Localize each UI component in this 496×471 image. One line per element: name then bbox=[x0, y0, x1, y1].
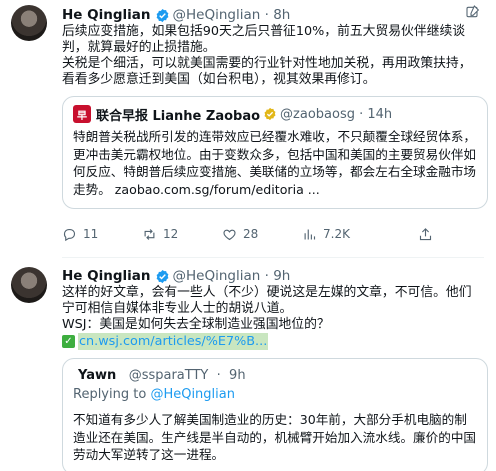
check-emoji-icon: ✓ bbox=[62, 335, 75, 348]
author-name[interactable]: He Qinglian bbox=[62, 268, 151, 284]
tweet-line: 后续应变措施，如果包括90天之后只普征10%，前五大贸易伙伴继续谈判，就算最好的… bbox=[62, 24, 466, 55]
avatar[interactable] bbox=[11, 267, 47, 303]
separator-dot: · bbox=[354, 106, 368, 122]
gold-verified-icon bbox=[264, 107, 276, 121]
views-count: 7.2K bbox=[323, 227, 350, 241]
tweet-line: 这样的好文章，会有一些人（不少）硬说这是左媒的文章，不可信。他们宁可相信自媒体非… bbox=[62, 285, 472, 316]
retweet-count: 12 bbox=[163, 227, 179, 241]
avatar[interactable] bbox=[11, 5, 47, 41]
tweet-line: 关税是个细活，可以就美国需要的行业针对性地加关税，再用政策扶持，看看多少愿意迁到… bbox=[62, 56, 472, 87]
quote-header: Yawn @ssparaTTY · 9h bbox=[73, 368, 477, 383]
tweet-actions: 11 12 28 7.2K bbox=[62, 223, 484, 245]
views-button[interactable]: 7.2K bbox=[302, 227, 402, 242]
tweet-header: He Qinglian @HeQinglian · 9h bbox=[62, 267, 484, 285]
tweet[interactable]: He Qinglian @HeQinglian · 8h 后续应变措施，如果包括… bbox=[0, 0, 496, 258]
author-handle[interactable]: @HeQinglian bbox=[173, 7, 261, 23]
article-link[interactable]: cn.wsj.com/articles/%E7%B... bbox=[78, 333, 269, 350]
reply-button[interactable]: 11 bbox=[62, 227, 142, 242]
separator-dot: · bbox=[260, 268, 274, 284]
separator-dot: · bbox=[260, 7, 274, 23]
quote-author-handle[interactable]: @zaobaosg bbox=[280, 107, 355, 122]
retweet-icon bbox=[144, 228, 155, 240]
quote-avatar[interactable]: 早 bbox=[73, 105, 91, 123]
reply-count: 11 bbox=[83, 227, 99, 241]
replying-to: Replying to @HeQinglian bbox=[73, 387, 477, 402]
verified-badge-icon bbox=[156, 269, 168, 283]
more-icon[interactable] bbox=[462, 4, 484, 20]
quote-header: 早 联合早报 Lianhe Zaobao @zaobaosg · 14h bbox=[73, 105, 477, 124]
verified-badge-icon bbox=[156, 8, 168, 22]
link-line: ✓ cn.wsj.com/articles/%E7%B... bbox=[62, 333, 484, 350]
tweet-line: WSJ：美国是如何失去全球制造业强国地位的？ bbox=[62, 317, 330, 332]
retweet-button[interactable]: 12 bbox=[142, 227, 222, 242]
views-icon bbox=[304, 229, 316, 239]
reply-icon bbox=[63, 228, 76, 241]
tweet-text: 这样的好文章，会有一些人（不少）硬说这是左媒的文章，不可信。他们宁可相信自媒体非… bbox=[62, 285, 484, 350]
like-count: 28 bbox=[243, 227, 259, 241]
like-icon bbox=[223, 229, 236, 240]
tweet-text: 后续应变措施，如果包括90天之后只普征10%，前五大贸易伙伴继续谈判，就算最好的… bbox=[62, 24, 484, 88]
tweet[interactable]: He Qinglian @HeQinglian · 9h 这样的好文章，会有一些… bbox=[0, 258, 496, 471]
quoted-tweet[interactable]: 早 联合早报 Lianhe Zaobao @zaobaosg · 14h 特朗普… bbox=[62, 96, 488, 209]
quote-author-name[interactable]: Yawn bbox=[78, 368, 116, 383]
share-icon bbox=[419, 227, 432, 240]
tweet-time[interactable]: 9h bbox=[273, 268, 290, 284]
quote-author-name[interactable]: 联合早报 Lianhe Zaobao bbox=[96, 105, 260, 124]
tweet-header: He Qinglian @HeQinglian · 8h bbox=[62, 6, 484, 24]
like-button[interactable]: 28 bbox=[222, 227, 302, 242]
quote-author-handle[interactable]: @ssparaTTY bbox=[129, 368, 209, 383]
replying-label: Replying to bbox=[73, 387, 147, 402]
author-handle[interactable]: @HeQinglian bbox=[173, 268, 261, 284]
quoted-tweet[interactable]: Yawn @ssparaTTY · 9h Replying to @HeQing… bbox=[62, 358, 488, 471]
separator-dot: · bbox=[212, 368, 225, 383]
quote-time[interactable]: 9h bbox=[229, 368, 246, 383]
replying-handle[interactable]: @HeQinglian bbox=[150, 387, 235, 402]
quote-text: 特朗普关税战所引发的连带效应已经覆水难收，不只颠覆全球经贸体系，更冲击美元霸权地… bbox=[73, 129, 476, 197]
author-name[interactable]: He Qinglian bbox=[62, 7, 151, 23]
quote-text: 不知道有多少人了解美国制造业的历史：30年前，大部分手机电脑的制造业还在美国。生… bbox=[73, 412, 476, 462]
quote-time[interactable]: 14h bbox=[367, 107, 392, 122]
tweet-time[interactable]: 8h bbox=[273, 7, 290, 23]
share-button[interactable] bbox=[418, 227, 439, 242]
